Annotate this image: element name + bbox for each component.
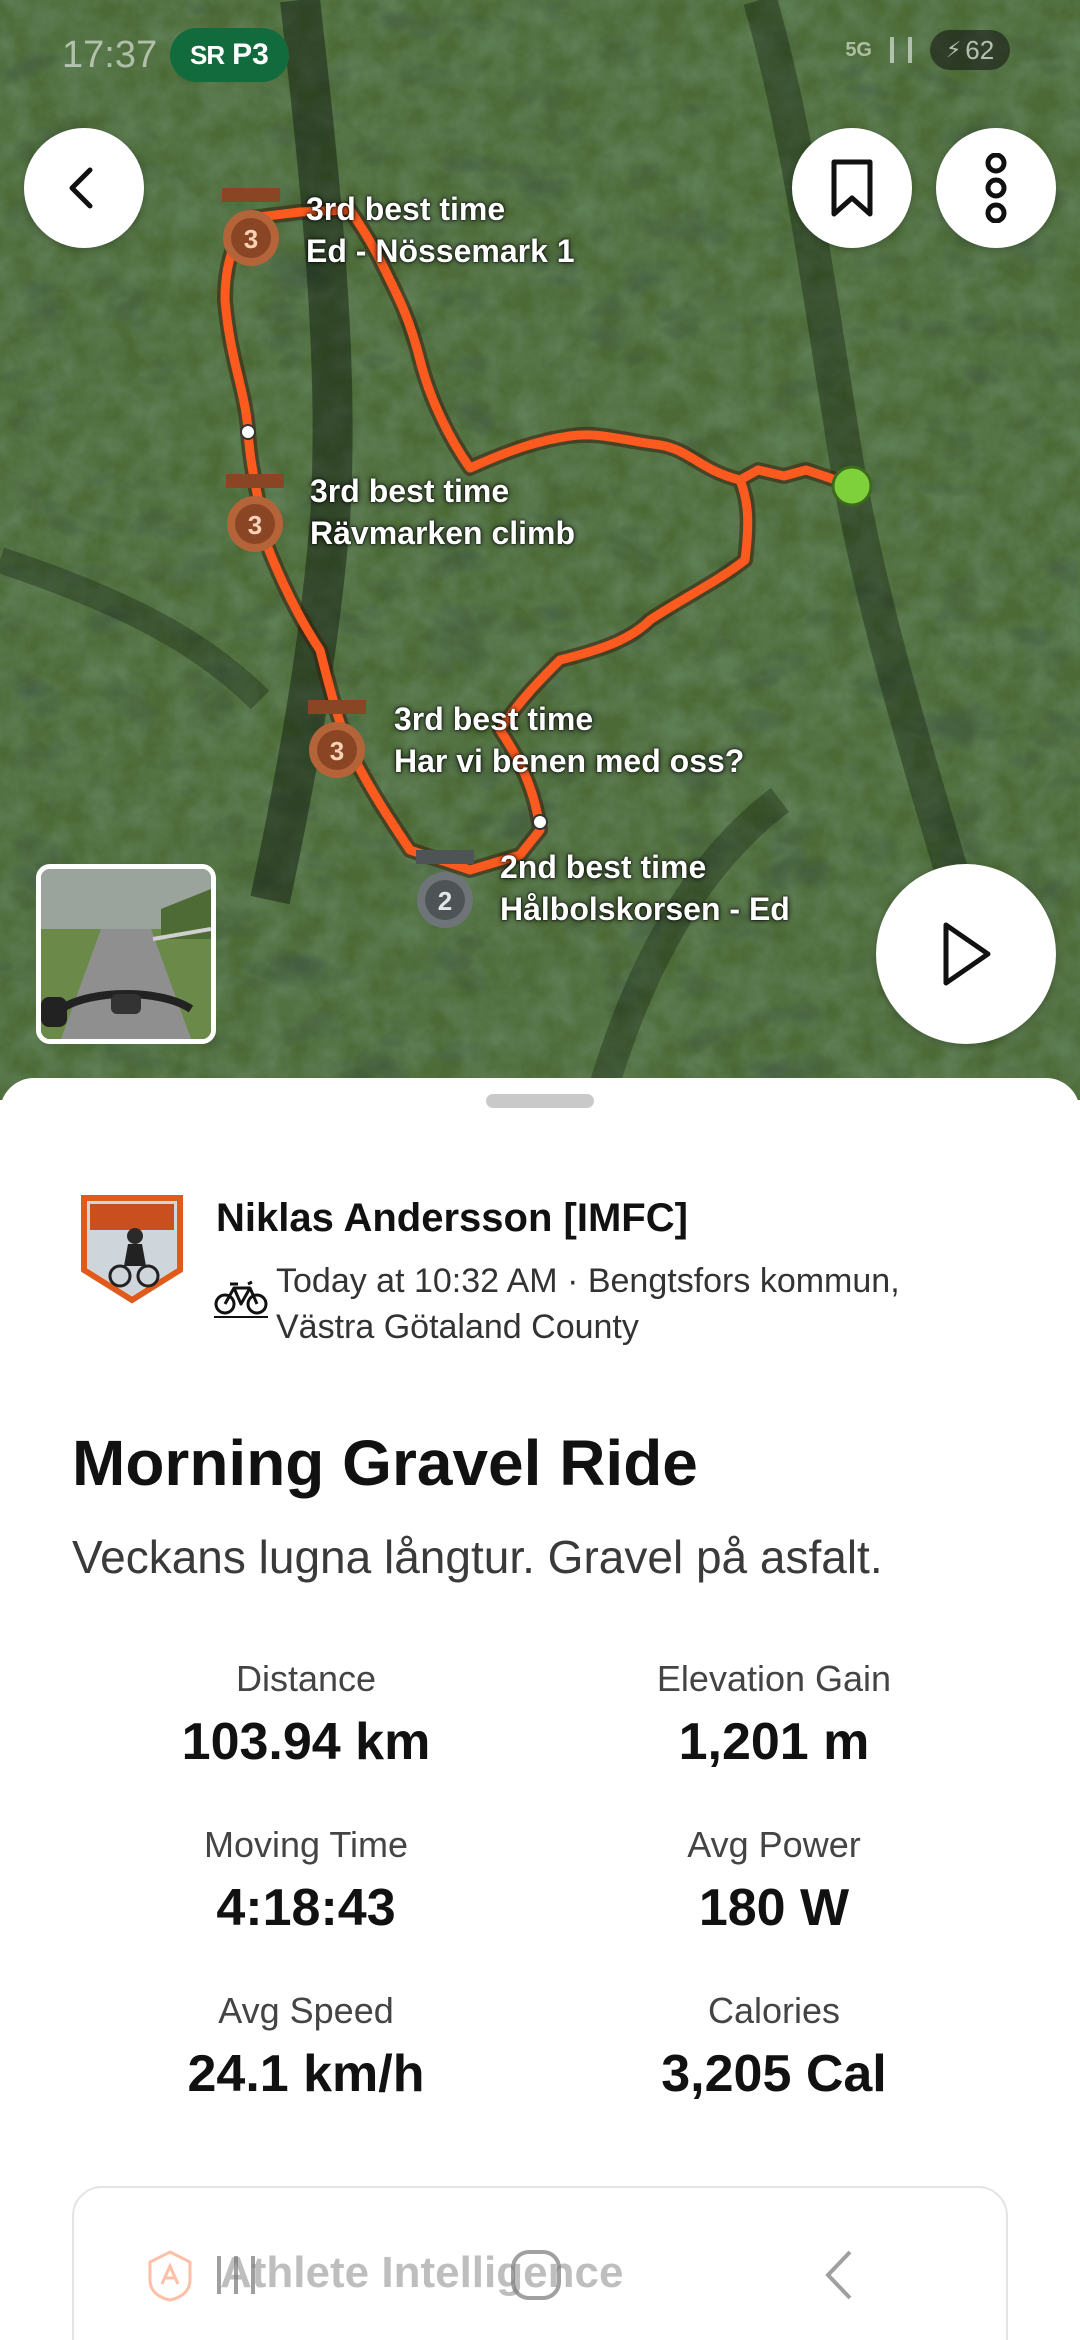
- activity-description: Veckans lugna långtur. Gravel på asfalt.: [72, 1531, 883, 1583]
- stat-label: Avg Power: [687, 1824, 861, 1865]
- battery-icon: ⚡ 62: [930, 30, 1010, 70]
- stat-value: 24.1 km/h: [187, 2045, 425, 2103]
- athlete-name[interactable]: Niklas Andersson [IMFC]: [216, 1196, 688, 1241]
- status-indicators: 5G ⚡ 62: [845, 30, 1010, 70]
- stat-label: Elevation Gain: [656, 1658, 892, 1699]
- segment-rank-text: 2nd best time: [500, 849, 707, 885]
- stat-value: 3,205 Cal: [661, 2045, 887, 2103]
- segment-label[interactable]: 3rd best time Ed - Nössemark 1: [306, 188, 575, 272]
- home-icon: [511, 2250, 561, 2300]
- stat-moving-time: Moving Time 4:18:43: [72, 1824, 540, 1938]
- bronze-medal-icon: 3: [308, 700, 366, 778]
- stat-label: Distance: [235, 1658, 377, 1699]
- activity-title: Morning Gravel Ride: [72, 1427, 698, 1499]
- flyover-play-button[interactable]: [876, 864, 1056, 1044]
- signal-icon: [890, 37, 912, 63]
- route-waypoint: [240, 424, 256, 440]
- stat-calories: Calories 3,205 Cal: [540, 1990, 1008, 2104]
- stat-label: Avg Speed: [218, 1990, 394, 2031]
- svg-text:2: 2: [438, 886, 452, 916]
- recent-apps-button[interactable]: [176, 2240, 296, 2310]
- segment-name: Hålbolskorsen - Ed: [500, 891, 790, 927]
- avatar[interactable]: [80, 1194, 184, 1304]
- stat-value: 4:18:43: [216, 1879, 396, 1937]
- stat-label: Moving Time: [203, 1824, 409, 1865]
- back-arrow-icon: [825, 2250, 852, 2300]
- segment-rank-text: 3rd best time: [394, 701, 594, 737]
- status-bar: 17:37 SR P3 5G ⚡ 62: [0, 0, 1080, 110]
- back-button[interactable]: [24, 128, 144, 248]
- stat-label: Calories: [707, 1990, 841, 2031]
- activity-meta: Today at 10:32 AM · Bengtsfors kommun, V…: [276, 1258, 1016, 1350]
- activity-datetime-location: Today at 10:32 AM · Bengtsfors kommun,: [276, 1262, 900, 1300]
- battery-level: 62: [965, 34, 995, 65]
- stat-value: 180 W: [698, 1879, 850, 1937]
- stat-value: 103.94 km: [181, 1713, 431, 1771]
- network-icon: 5G: [845, 38, 872, 61]
- activity-region: Västra Götaland County: [276, 1308, 639, 1346]
- more-vertical-icon: [985, 153, 1007, 223]
- svg-text:3: 3: [248, 510, 262, 540]
- segment-name: Rävmarken climb: [310, 515, 576, 551]
- svg-text:3: 3: [330, 736, 344, 766]
- more-options-button[interactable]: [936, 128, 1056, 248]
- segment-label[interactable]: 3rd best time Rävmarken climb: [310, 470, 575, 554]
- status-time: 17:37: [62, 34, 158, 76]
- photo-image: [41, 869, 211, 1039]
- radio-badge-label: P3: [232, 38, 269, 71]
- route-map[interactable]: 3 3 3 2 3rd best time Ed - Nössemark 1 3…: [0, 0, 1080, 1100]
- radio-badge[interactable]: SR P3: [170, 28, 289, 82]
- sheet-grabber[interactable]: [486, 1094, 594, 1108]
- recent-apps-icon: [217, 2256, 255, 2294]
- stat-distance: Distance 103.94 km: [72, 1658, 540, 1772]
- route-waypoint: [532, 814, 548, 830]
- play-icon: [943, 922, 991, 986]
- sr-logo: SR: [190, 39, 225, 70]
- segment-rank-text: 3rd best time: [310, 473, 510, 509]
- start-marker: [831, 465, 873, 507]
- system-back-button[interactable]: [780, 2240, 900, 2310]
- bronze-medal-icon: 3: [222, 188, 280, 266]
- segment-rank-text: 3rd best time: [306, 191, 506, 227]
- stat-value: 1,201 m: [678, 1713, 870, 1771]
- save-route-button[interactable]: [792, 128, 912, 248]
- segment-name: Har vi benen med oss?: [394, 743, 745, 779]
- bookmark-icon: [831, 159, 873, 217]
- system-navigation-bar: [0, 2210, 1080, 2340]
- stat-avg-power: Avg Power 180 W: [540, 1824, 1008, 1938]
- stat-elevation-gain: Elevation Gain 1,201 m: [540, 1658, 1008, 1772]
- chevron-left-icon: [69, 167, 93, 209]
- stat-avg-speed: Avg Speed 24.1 km/h: [72, 1990, 540, 2104]
- segment-name: Ed - Nössemark 1: [306, 233, 575, 269]
- bronze-medal-icon: 3: [226, 474, 284, 552]
- svg-text:3: 3: [244, 224, 258, 254]
- activity-photo-thumbnail[interactable]: [36, 864, 216, 1044]
- silver-medal-icon: 2: [416, 850, 474, 928]
- home-button[interactable]: [476, 2240, 596, 2310]
- segment-label[interactable]: 2nd best time Hålbolskorsen - Ed: [500, 846, 790, 930]
- activity-details-sheet[interactable]: Niklas Andersson [IMFC] Today at 10:32 A…: [0, 1078, 1080, 2340]
- segment-label[interactable]: 3rd best time Har vi benen med oss?: [394, 698, 744, 782]
- bike-icon: [214, 1280, 268, 1318]
